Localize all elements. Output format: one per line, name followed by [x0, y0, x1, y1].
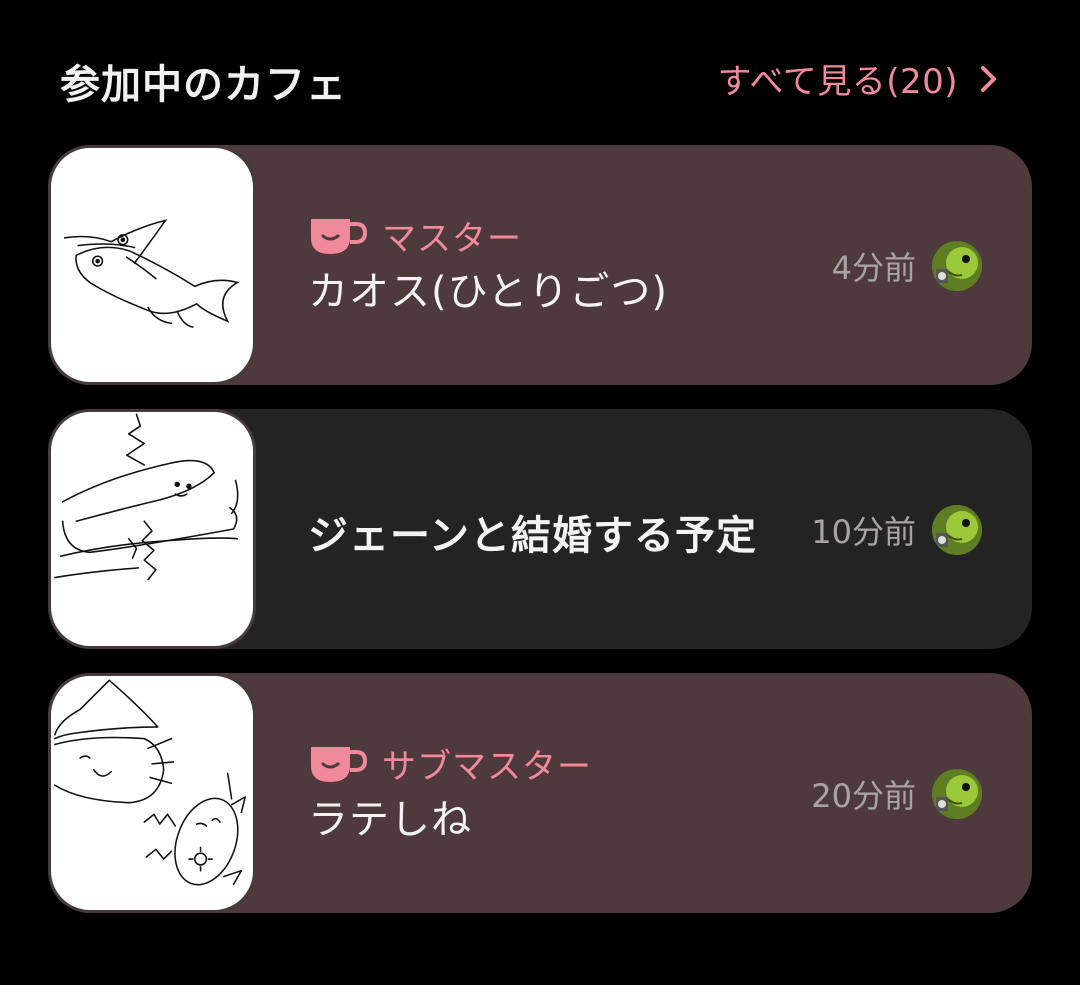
cafe-card[interactable]: ジェーンと結婚する予定 10分前 [48, 409, 1032, 649]
role-label: サブマスター [382, 747, 592, 787]
last-updated-time: 20分前 [811, 777, 916, 815]
creature-sketch-image [54, 413, 239, 581]
cafe-name: カオス(ひとりごつ) [308, 269, 669, 315]
cafe-card[interactable]: マスター カオス(ひとりごつ) 4分前 [48, 145, 1032, 385]
cafe-role: サブマスター [308, 739, 592, 788]
fish-sketch-image [63, 219, 240, 328]
cafe-name: ラテしね [308, 797, 472, 843]
member-avatar [932, 505, 982, 555]
cafe-thumbnail [48, 145, 256, 385]
last-updated-time: 10分前 [811, 513, 916, 551]
cafe-card[interactable]: サブマスター ラテしね 20分前 [48, 673, 1032, 913]
chevron-right-icon [981, 65, 996, 92]
cafe-thumbnail [48, 673, 256, 913]
joined-cafes-screen: 参加中のカフェ すべて見る(20) マスター カオス(ひとりごつ) 4分前 ジェ… [0, 0, 1080, 985]
section-title: 参加中のカフェ [60, 62, 347, 108]
witch-sketch-image [54, 679, 247, 886]
last-updated-time: 4分前 [831, 249, 916, 287]
coffee-cup-icon [311, 746, 368, 782]
cafe-role: マスター [308, 211, 522, 260]
member-avatar [932, 769, 982, 819]
bird-avatar-image [932, 241, 982, 291]
see-all-link[interactable]: すべて見る(20) [717, 54, 1006, 103]
section-header: 参加中のカフェ すべて見る(20) [0, 0, 1080, 146]
see-all-label: すべて見る(20) [717, 62, 958, 102]
bird-avatar-image [932, 769, 982, 819]
coffee-cup-icon [311, 218, 368, 254]
cafe-name: ジェーンと結婚する予定 [308, 513, 757, 559]
bird-avatar-image [932, 505, 982, 555]
role-label: マスター [382, 219, 522, 259]
cafe-thumbnail [48, 409, 256, 649]
member-avatar [932, 241, 982, 291]
